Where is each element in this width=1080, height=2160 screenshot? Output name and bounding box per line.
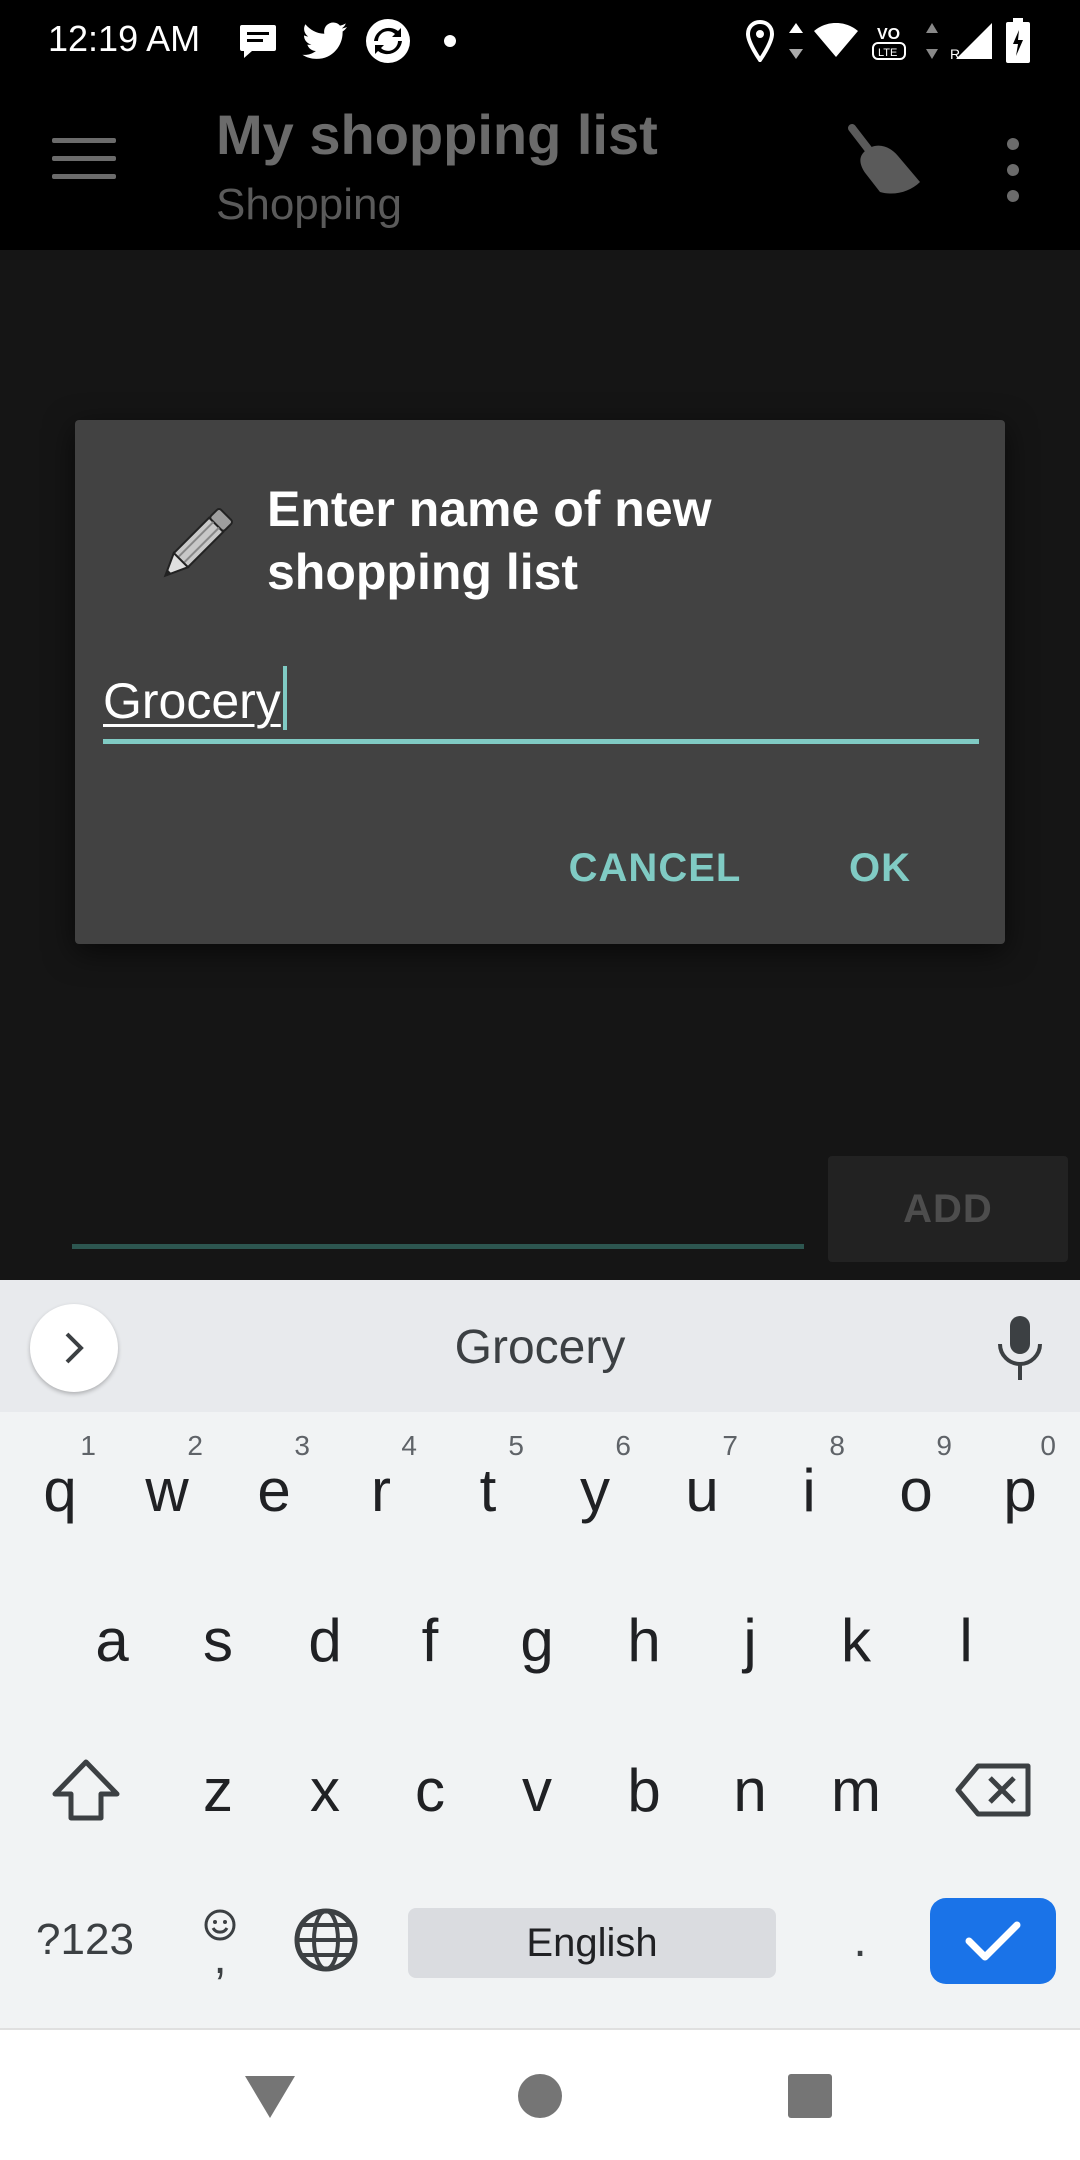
suggestion-strip: Grocery [0,1280,1080,1412]
status-bar: 12:19 AM VO LTE R [0,0,1080,82]
key-m[interactable]: m [806,1730,906,1850]
globe-icon[interactable] [286,1890,366,1990]
shift-icon[interactable] [36,1730,136,1850]
emoji-comma-key[interactable]: , [180,1890,260,1990]
key-w[interactable]: w2 [117,1430,217,1550]
key-d[interactable]: d [275,1580,375,1700]
key-p[interactable]: p0 [970,1430,1070,1550]
comma-label: , [213,1931,227,1984]
key-j[interactable]: j [700,1580,800,1700]
twitter-icon [300,16,350,66]
app-toolbar: My shopping list Shopping [0,82,1080,250]
wifi-icon [812,16,860,66]
key-f[interactable]: f [380,1580,480,1700]
key-l[interactable]: l [916,1580,1016,1700]
key-y[interactable]: y6 [545,1430,645,1550]
text-cursor [282,666,287,730]
toolbar-subtitle: Shopping [216,180,402,229]
key-r[interactable]: r4 [331,1430,431,1550]
svg-text:VO: VO [877,26,900,43]
period-key[interactable]: . [820,1890,900,1990]
key-o[interactable]: o9 [866,1430,966,1550]
dialog-title: Enter name of new shopping list [267,481,712,600]
list-name-input[interactable]: Grocery [103,660,979,744]
broom-icon[interactable] [840,122,930,212]
key-s[interactable]: s [168,1580,268,1700]
svg-text:LTE: LTE [878,47,897,59]
checkmark-icon [965,1921,1021,1961]
chevron-right-icon[interactable] [30,1304,118,1392]
dot-icon [440,16,460,66]
space-key[interactable]: English [408,1908,776,1978]
pencil-icon [147,498,243,594]
list-name-value: Grocery [103,673,281,729]
backspace-icon[interactable] [944,1730,1044,1850]
key-a[interactable]: a [62,1580,162,1700]
message-icon [236,16,280,66]
signal-icon: R [950,16,994,66]
key-b[interactable]: b [594,1730,694,1850]
key-q[interactable]: q1 [10,1430,110,1550]
key-h[interactable]: h [594,1580,694,1700]
key-c[interactable]: c [380,1730,480,1850]
more-vert-icon[interactable] [998,138,1028,202]
suggestion-word[interactable]: Grocery [340,1320,740,1375]
key-i[interactable]: i8 [759,1430,859,1550]
data-arrows-icon [922,16,942,66]
key-x[interactable]: x [275,1730,375,1850]
recents-icon[interactable] [780,2066,840,2126]
key-n[interactable]: n [700,1730,800,1850]
new-list-dialog: Enter name of new shopping list Grocery … [75,420,1005,944]
data-arrows-icon [784,16,808,66]
system-nav-bar [0,2028,1080,2160]
cancel-button[interactable]: CANCEL [555,828,755,908]
microphone-icon[interactable] [990,1314,1050,1384]
key-g[interactable]: g [487,1580,587,1700]
soft-keyboard: Grocery q1 w2 e3 r4 t5 y6 u7 i8 o9 p0 a … [0,1280,1080,2028]
ok-button[interactable]: OK [815,828,945,908]
sync-app-icon [362,16,414,66]
key-z[interactable]: z [168,1730,268,1850]
hamburger-menu-icon[interactable] [52,138,116,194]
toolbar-title: My shopping list [216,103,658,166]
back-icon[interactable] [240,2066,300,2126]
add-item-input[interactable] [72,1244,804,1249]
key-e[interactable]: e3 [224,1430,324,1550]
key-u[interactable]: u7 [652,1430,752,1550]
symbols-key[interactable]: ?123 [20,1890,150,1990]
home-icon[interactable] [510,2066,570,2126]
status-time: 12:19 AM [48,18,201,59]
add-button[interactable]: ADD [828,1156,1068,1262]
key-k[interactable]: k [806,1580,906,1700]
volte-icon: VO LTE [868,16,914,66]
key-v[interactable]: v [487,1730,587,1850]
key-t[interactable]: t5 [438,1430,538,1550]
svg-text:R: R [950,46,960,61]
location-icon [742,16,778,66]
enter-key[interactable] [930,1898,1056,1984]
battery-icon [1002,16,1034,66]
